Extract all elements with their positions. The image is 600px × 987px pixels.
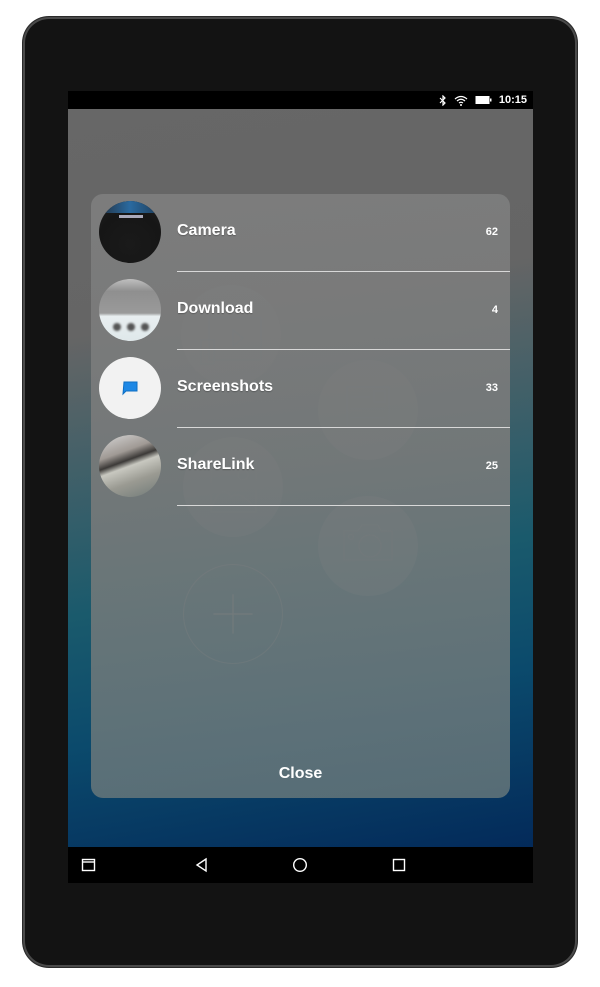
album-count: 33 xyxy=(485,382,498,394)
close-button[interactable]: Close xyxy=(91,754,510,798)
album-name: Camera xyxy=(177,222,236,239)
app-switcher-icon xyxy=(81,858,96,872)
back-icon xyxy=(195,857,207,873)
album-thumbnail xyxy=(99,357,161,419)
recents-button[interactable] xyxy=(391,857,407,873)
bluetooth-icon xyxy=(439,94,447,106)
home-button[interactable] xyxy=(292,857,308,873)
clock: 10:15 xyxy=(498,94,527,106)
album-thumbnail xyxy=(99,279,161,341)
album-row-screenshots[interactable]: Screenshots 33 xyxy=(91,350,510,428)
album-thumbnail xyxy=(99,435,161,497)
wifi-icon xyxy=(454,95,468,106)
album-row-camera[interactable]: Camera 62 xyxy=(91,194,510,272)
album-count: 62 xyxy=(485,226,498,238)
home-wallpaper: Camera 62 Download 4 Screenshots 33 Shar… xyxy=(68,109,533,847)
album-name: Screenshots xyxy=(177,378,274,395)
album-count: 25 xyxy=(485,460,498,472)
screenshot-icon xyxy=(122,381,138,396)
album-count: 4 xyxy=(491,304,498,316)
album-thumbnail xyxy=(99,201,161,263)
battery-icon xyxy=(475,95,492,105)
album-row-sharelink[interactable]: ShareLink 25 xyxy=(91,428,510,506)
screen: 10:15 Camera 62 Download 4 Screenshots 3… xyxy=(68,91,533,883)
recents-icon xyxy=(392,858,406,872)
app-switcher-button[interactable] xyxy=(81,857,97,873)
navigation-bar xyxy=(68,847,533,883)
home-icon xyxy=(292,857,308,873)
back-button[interactable] xyxy=(194,857,210,873)
album-name: ShareLink xyxy=(177,456,255,473)
album-row-download[interactable]: Download 4 xyxy=(91,272,510,350)
divider xyxy=(177,505,510,506)
album-picker-dialog: Camera 62 Download 4 Screenshots 33 Shar… xyxy=(91,194,510,798)
album-name: Download xyxy=(177,300,254,317)
status-bar: 10:15 xyxy=(68,91,533,109)
